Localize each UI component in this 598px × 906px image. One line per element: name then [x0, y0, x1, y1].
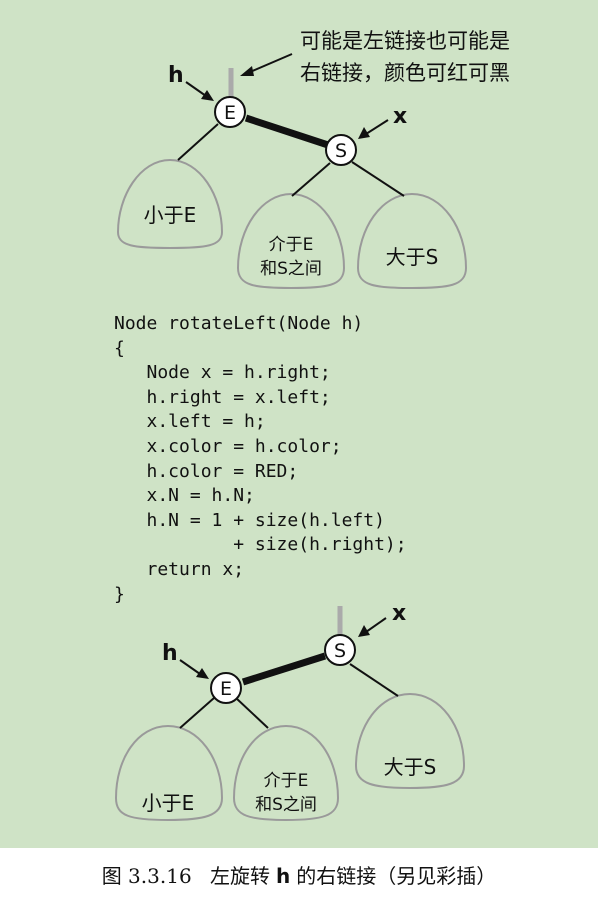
bottom-diagram: S E x h 小于E 介于E 和S之间 大于S	[114, 601, 466, 822]
link-e-to-middle-subtree	[235, 697, 269, 729]
code-line: h.N = 1 + size(h.left)	[114, 509, 385, 531]
subtree-middle-label-1: 介于E	[269, 235, 314, 255]
note-line-1: 可能是左链接也可能是	[300, 29, 510, 53]
pointer-x-label: x	[392, 601, 406, 626]
code-line: h.color = RED;	[114, 460, 299, 482]
link-s-to-right-subtree	[351, 161, 405, 197]
link-s-to-middle-subtree	[291, 162, 331, 197]
link-e-to-left-subtree	[179, 697, 215, 729]
code-line: + size(h.right);	[114, 534, 407, 556]
figure-panel: 可能是左链接也可能是 右链接，颜色可红可黑 E S h x 小于E 介于E 和S…	[0, 0, 598, 848]
node-s-label: S	[334, 640, 346, 662]
figure-caption: 图 3.3.16 左旋转 h 的右链接（另见彩插）	[0, 860, 598, 889]
code-line: Node rotateLeft(Node h)	[114, 313, 364, 334]
subtree-left-label: 小于E	[144, 203, 197, 227]
code-line: {	[114, 337, 125, 359]
subtree-right-label: 大于S	[386, 245, 439, 269]
note-arrow	[249, 53, 293, 73]
pointer-x-arrow	[365, 617, 387, 633]
caption-text-after: 的右链接（另见彩插）	[296, 864, 497, 888]
subtree-right-greater-than-s	[356, 192, 468, 290]
pointer-x-arrow	[365, 119, 389, 135]
code-line: h.right = x.left;	[114, 386, 331, 408]
red-link-e-to-s	[244, 114, 330, 149]
node-e-label: E	[224, 102, 236, 124]
note-line-2: 右链接，颜色可红可黑	[300, 61, 510, 85]
pointer-h-label: h	[162, 641, 178, 666]
top-diagram: 可能是左链接也可能是 右链接，颜色可红可黑 E S h x 小于E 介于E 和S…	[116, 29, 510, 290]
node-e-label: E	[220, 678, 232, 700]
caption-text-before: 左旋转	[210, 864, 271, 888]
pointer-h-arrow	[185, 81, 207, 97]
pointer-h-arrow-head	[201, 90, 214, 101]
pointer-x-label: x	[393, 104, 407, 129]
note-arrow-head	[240, 66, 254, 76]
code-line: x.left = h;	[114, 411, 266, 433]
link-s-to-right-subtree	[349, 663, 399, 697]
code-line: x.color = h.color;	[114, 436, 342, 457]
subtree-right-label: 大于S	[384, 755, 437, 779]
caption-text-h: h	[276, 864, 291, 888]
red-link-s-to-e	[241, 652, 327, 686]
subtree-middle-label-1: 介于E	[264, 771, 309, 791]
figure: 可能是左链接也可能是 右链接，颜色可红可黑 E S h x 小于E 介于E 和S…	[0, 0, 598, 906]
code-line: return x;	[114, 559, 245, 580]
link-e-to-left-subtree	[177, 123, 219, 161]
node-s-label: S	[335, 140, 347, 162]
subtree-middle-label-2: 和S之间	[255, 795, 317, 815]
code-line: Node x = h.right;	[114, 362, 331, 384]
caption-figure-number: 图 3.3.16	[101, 864, 192, 888]
pointer-h-label: h	[168, 63, 184, 88]
pointer-h-arrow	[179, 659, 201, 675]
code-line: x.N = h.N;	[114, 485, 255, 507]
subtree-left-label: 小于E	[142, 791, 195, 815]
subtree-middle-label-2: 和S之间	[260, 259, 322, 279]
